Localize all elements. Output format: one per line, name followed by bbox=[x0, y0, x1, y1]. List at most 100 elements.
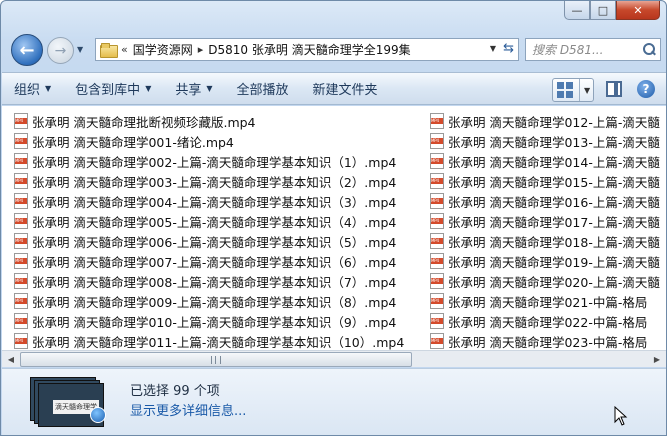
file-item[interactable]: 张承明 滴天髓命理学006-上篇-滴天髓命理学基本知识（5）.mp4 bbox=[14, 231, 426, 251]
mp4-file-icon bbox=[14, 313, 28, 329]
show-more-details-link[interactable]: 显示更多详细信息... bbox=[130, 400, 246, 419]
file-item[interactable]: 张承明 滴天髓命理学011-上篇-滴天髓命理学基本知识（10）.mp4 bbox=[14, 331, 426, 350]
new-folder-label: 新建文件夹 bbox=[312, 83, 378, 98]
preview-pane-icon bbox=[606, 81, 622, 97]
mp4-file-icon bbox=[14, 253, 28, 269]
file-name: 张承明 滴天髓命理学020-上篇-滴天髓 bbox=[448, 274, 660, 290]
forward-arrow-icon: → bbox=[54, 42, 67, 59]
address-dropdown-icon[interactable]: ▼ bbox=[490, 44, 496, 53]
file-item[interactable]: 张承明 滴天髓命理学013-上篇-滴天髓 bbox=[430, 131, 666, 151]
file-item[interactable]: 张承明 滴天髓命理学019-上篇-滴天髓 bbox=[430, 251, 666, 271]
forward-button[interactable]: → bbox=[47, 37, 74, 64]
file-item[interactable]: 张承明 滴天髓命理学015-上篇-滴天髓 bbox=[430, 171, 666, 191]
mp4-file-icon bbox=[430, 193, 444, 209]
file-item[interactable]: 张承明 滴天髓命理学007-上篇-滴天髓命理学基本知识（6）.mp4 bbox=[14, 251, 426, 271]
breadcrumb-item[interactable]: 国学资源网 bbox=[133, 41, 193, 58]
mp4-file-icon bbox=[14, 133, 28, 149]
navigation-bar: ← → ▼ « 国学资源网 ▸ D5810 张承明 滴天髓命理学全199集 ▼ … bbox=[9, 34, 661, 67]
file-name: 张承明 滴天髓命理学018-上篇-滴天髓 bbox=[448, 234, 660, 250]
file-item[interactable]: 张承明 滴天髓命理学021-中篇-格局 bbox=[430, 291, 666, 311]
file-item[interactable]: 张承明 滴天髓命理学020-上篇-滴天髓 bbox=[430, 271, 666, 291]
file-name: 张承明 滴天髓命理学022-中篇-格局 bbox=[448, 314, 648, 330]
file-item[interactable]: 张承明 滴天髓命理学010-上篇-滴天髓命理学基本知识（9）.mp4 bbox=[14, 311, 426, 331]
mp4-file-icon bbox=[430, 333, 444, 349]
new-folder-button[interactable]: 新建文件夹 bbox=[301, 73, 390, 104]
file-name: 张承明 滴天髓命理学021-中篇-格局 bbox=[448, 294, 648, 310]
file-name: 张承明 滴天髓命理学012-上篇-滴天髓 bbox=[448, 114, 660, 130]
selection-count: 已选择 99 个项 bbox=[130, 384, 220, 399]
file-name: 张承明 滴天髓命理学014-上篇-滴天髓 bbox=[448, 154, 660, 170]
mp4-file-icon bbox=[430, 113, 444, 129]
recent-pages-dropdown-icon[interactable]: ▼ bbox=[77, 45, 83, 54]
file-name: 张承明 滴天髓命理学005-上篇-滴天髓命理学基本知识（4）.mp4 bbox=[32, 214, 397, 230]
file-item[interactable]: 张承明 滴天髓命理学005-上篇-滴天髓命理学基本知识（4）.mp4 bbox=[14, 211, 426, 231]
horizontal-scrollbar[interactable]: ◀ ▶ bbox=[2, 350, 666, 367]
mp4-file-icon bbox=[430, 153, 444, 169]
caret-down-icon[interactable]: ▼ bbox=[579, 79, 590, 101]
mp4-file-icon bbox=[430, 253, 444, 269]
mp4-file-icon bbox=[14, 333, 28, 349]
file-name: 张承明 滴天髓命理学023-中篇-格局 bbox=[448, 334, 648, 350]
play-all-label: 全部播放 bbox=[236, 83, 289, 98]
mp4-file-icon bbox=[430, 313, 444, 329]
file-item[interactable]: 张承明 滴天髓命理学017-上篇-滴天髓 bbox=[430, 211, 666, 231]
media-globe-icon bbox=[90, 407, 106, 423]
organize-menu[interactable]: 组织 ▼ bbox=[2, 73, 63, 104]
breadcrumb-separator-icon[interactable]: ▸ bbox=[198, 43, 204, 56]
file-item[interactable]: 张承明 滴天髓命理学004-上篇-滴天髓命理学基本知识（3）.mp4 bbox=[14, 191, 426, 211]
scrollbar-thumb[interactable] bbox=[20, 352, 412, 367]
scroll-left-icon[interactable]: ◀ bbox=[3, 352, 19, 367]
file-item[interactable]: 张承明 滴天髓命理学008-上篇-滴天髓命理学基本知识（7）.mp4 bbox=[14, 271, 426, 291]
file-item[interactable]: 张承明 滴天髓命理学001-绪论.mp4 bbox=[14, 131, 426, 151]
file-item[interactable]: 张承明 滴天髓命理批断视频珍藏版.mp4 bbox=[14, 111, 426, 131]
command-bar: 组织 ▼ 包含到库中 ▼ 共享 ▼ 全部播放 新建文件夹 ▼ ? bbox=[2, 72, 666, 105]
selection-thumbnail: 滴天髓命理学 bbox=[30, 377, 108, 431]
breadcrumb-overflow[interactable]: « bbox=[121, 43, 128, 56]
refresh-icon[interactable]: ⇆ bbox=[503, 41, 514, 56]
back-button[interactable]: ← bbox=[11, 34, 43, 66]
include-library-label: 包含到库中 bbox=[75, 83, 141, 98]
file-item[interactable]: 张承明 滴天髓命理学018-上篇-滴天髓 bbox=[430, 231, 666, 251]
file-item[interactable]: 张承明 滴天髓命理学023-中篇-格局 bbox=[430, 331, 666, 350]
file-name: 张承明 滴天髓命理学013-上篇-滴天髓 bbox=[448, 134, 660, 150]
help-button[interactable]: ? bbox=[634, 78, 658, 100]
mp4-file-icon bbox=[430, 133, 444, 149]
mouse-cursor-icon bbox=[614, 406, 628, 426]
mp4-file-icon bbox=[430, 273, 444, 289]
include-in-library-menu[interactable]: 包含到库中 ▼ bbox=[63, 73, 163, 104]
file-item[interactable]: 张承明 滴天髓命理学003-上篇-滴天髓命理学基本知识（2）.mp4 bbox=[14, 171, 426, 191]
search-input[interactable]: 搜索 D581... bbox=[532, 41, 641, 58]
address-bar[interactable]: « 国学资源网 ▸ D5810 张承明 滴天髓命理学全199集 ▼ ⇆ bbox=[95, 38, 519, 61]
file-name: 张承明 滴天髓命理学002-上篇-滴天髓命理学基本知识（1）.mp4 bbox=[32, 154, 397, 170]
mp4-file-icon bbox=[430, 213, 444, 229]
file-item[interactable]: 张承明 滴天髓命理学016-上篇-滴天髓 bbox=[430, 191, 666, 211]
file-name: 张承明 滴天髓命理学008-上篇-滴天髓命理学基本知识（7）.mp4 bbox=[32, 274, 397, 290]
file-item[interactable]: 张承明 滴天髓命理学002-上篇-滴天髓命理学基本知识（1）.mp4 bbox=[14, 151, 426, 171]
explorer-window: — □ ✕ ← → ▼ « 国学资源网 ▸ D5810 张承明 滴天髓命理学全1… bbox=[0, 0, 667, 436]
file-name: 张承明 滴天髓命理学006-上篇-滴天髓命理学基本知识（5）.mp4 bbox=[32, 234, 397, 250]
file-item[interactable]: 张承明 滴天髓命理学012-上篇-滴天髓 bbox=[430, 111, 666, 131]
preview-pane-button[interactable] bbox=[602, 78, 626, 100]
breadcrumb-item-current[interactable]: D5810 张承明 滴天髓命理学全199集 bbox=[208, 41, 410, 58]
caret-down-icon: ▼ bbox=[206, 84, 213, 93]
maximize-button[interactable]: □ bbox=[590, 1, 616, 20]
help-icon: ? bbox=[637, 80, 655, 98]
play-all-button[interactable]: 全部播放 bbox=[225, 73, 301, 104]
close-button[interactable]: ✕ bbox=[616, 1, 660, 20]
share-menu[interactable]: 共享 ▼ bbox=[163, 73, 224, 104]
file-column-2: 张承明 滴天髓命理学012-上篇-滴天髓张承明 滴天髓命理学013-上篇-滴天髓… bbox=[430, 111, 666, 350]
file-item[interactable]: 张承明 滴天髓命理学022-中篇-格局 bbox=[430, 311, 666, 331]
file-name: 张承明 滴天髓命理学017-上篇-滴天髓 bbox=[448, 214, 660, 230]
file-item[interactable]: 张承明 滴天髓命理学014-上篇-滴天髓 bbox=[430, 151, 666, 171]
view-grid-icon bbox=[557, 82, 573, 98]
folder-icon bbox=[100, 43, 118, 58]
file-list[interactable]: 张承明 滴天髓命理批断视频珍藏版.mp4 张承明 滴天髓命理学001-绪论.mp4… bbox=[2, 106, 666, 350]
search-box[interactable]: 搜索 D581... bbox=[525, 38, 661, 61]
search-icon[interactable] bbox=[641, 42, 657, 58]
file-item[interactable]: 张承明 滴天髓命理学009-上篇-滴天髓命理学基本知识（8）.mp4 bbox=[14, 291, 426, 311]
change-view-button[interactable]: ▼ bbox=[552, 78, 594, 102]
scroll-right-icon[interactable]: ▶ bbox=[649, 352, 665, 367]
caret-down-icon: ▼ bbox=[45, 84, 52, 93]
file-name: 张承明 滴天髓命理学001-绪论.mp4 bbox=[32, 134, 234, 150]
minimize-button[interactable]: — bbox=[564, 1, 590, 20]
